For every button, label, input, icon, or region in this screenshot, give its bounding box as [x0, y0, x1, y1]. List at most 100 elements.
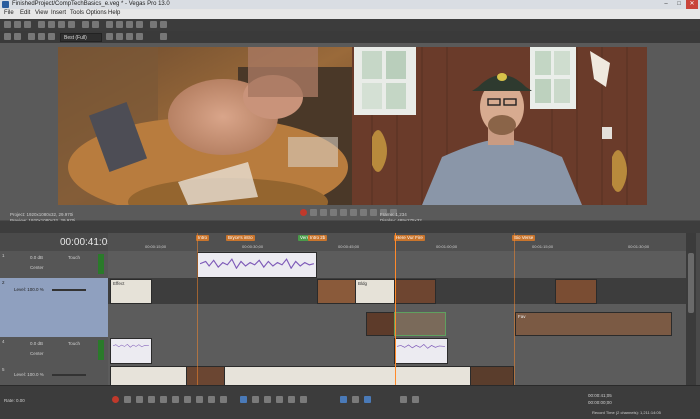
auto-ripple-icon[interactable]	[150, 21, 157, 28]
track-lane-audio-1[interactable]	[108, 251, 686, 279]
redo-icon[interactable]	[92, 21, 99, 28]
go-to-start-button[interactable]	[184, 396, 191, 403]
region-button[interactable]	[300, 396, 307, 403]
video-clip[interactable]	[110, 366, 188, 386]
overlay-icon[interactable]	[38, 33, 45, 40]
marker-5[interactable]: Here Vur Fire	[394, 235, 425, 241]
menu-edit[interactable]: Edit	[20, 10, 30, 16]
auto-crossfade-button[interactable]	[364, 396, 371, 403]
stop-button[interactable]	[172, 396, 179, 403]
scopes-icon[interactable]	[48, 33, 55, 40]
track-header-video-1[interactable]: 2 Level: 100.0 %	[0, 278, 108, 338]
external-monitor-icon[interactable]	[106, 33, 113, 40]
stop-button[interactable]	[350, 209, 357, 216]
marker-4[interactable]: Intro 2b	[308, 235, 328, 241]
close-button[interactable]: ✕	[686, 0, 698, 9]
maximize-button[interactable]: □	[673, 0, 685, 9]
menu-insert[interactable]: Insert	[51, 10, 66, 16]
video-clip[interactable]	[394, 279, 436, 304]
video-clip[interactable]	[394, 312, 446, 336]
go-to-end-button[interactable]	[370, 209, 377, 216]
zoom-tool-icon[interactable]	[136, 21, 143, 28]
go-to-start-button[interactable]	[360, 209, 367, 216]
timeline-ruler[interactable]: Intro Bryce's intro Verse 1 Intro 2b Her…	[108, 233, 693, 252]
scrollbar-thumb[interactable]	[688, 253, 694, 313]
pause-button[interactable]	[340, 209, 347, 216]
preview-quality-dropdown[interactable]: Best (Full)	[60, 33, 102, 42]
normal-edit-button[interactable]	[252, 396, 259, 403]
video-clip[interactable]	[317, 279, 357, 304]
new-project-icon[interactable]	[4, 21, 11, 28]
menu-file[interactable]: File	[4, 10, 14, 16]
snapshot-icon[interactable]	[116, 33, 123, 40]
video-clip[interactable]: Fav	[515, 312, 672, 336]
video-clip[interactable]	[186, 366, 226, 386]
level-slider[interactable]	[52, 289, 86, 291]
help-icon[interactable]	[160, 33, 167, 40]
grid-icon[interactable]	[136, 33, 143, 40]
position-display: 00:00:41;05	[588, 393, 612, 398]
track-touch[interactable]: Touch	[68, 255, 80, 260]
copy-icon[interactable]	[58, 21, 65, 28]
video-clip[interactable]: Effect	[110, 279, 152, 304]
marker-2[interactable]: Bryce's intro	[226, 235, 255, 241]
play-from-start-button[interactable]	[320, 209, 327, 216]
video-clip[interactable]	[366, 312, 396, 336]
edit-tool-icon[interactable]	[106, 21, 113, 28]
audio-clip[interactable]	[110, 338, 152, 364]
track-header-audio-1[interactable]: 1 0.0 dB Touch Center	[0, 251, 108, 279]
ruler-time-2: 00:00:30;00	[242, 244, 264, 249]
play-from-start-button[interactable]	[136, 396, 143, 403]
video-clip[interactable]	[224, 366, 472, 386]
ignore-grouping-button[interactable]	[340, 396, 347, 403]
prev-frame-button[interactable]	[208, 396, 215, 403]
edit-tool-button[interactable]	[240, 396, 247, 403]
marker-line	[514, 233, 515, 385]
menu-help[interactable]: Help	[108, 10, 120, 16]
fx-icon[interactable]	[14, 33, 21, 40]
render-icon[interactable]	[38, 21, 45, 28]
save-snapshot-icon[interactable]	[126, 33, 133, 40]
menu-tools[interactable]: Tools	[70, 10, 84, 16]
paste-icon[interactable]	[68, 21, 75, 28]
play-button[interactable]	[148, 396, 155, 403]
audio-clip[interactable]	[197, 252, 317, 278]
loop-button[interactable]	[124, 396, 131, 403]
selection-tool-icon[interactable]	[126, 21, 133, 28]
lock-envelopes-button[interactable]	[352, 396, 359, 403]
cut-icon[interactable]	[48, 21, 55, 28]
open-icon[interactable]	[14, 21, 21, 28]
track-header-video-3[interactable]: 5 Level: 100.0 %	[0, 365, 108, 386]
track-header-audio-2[interactable]: 4 0.0 dB Touch Center	[0, 337, 108, 366]
track-touch[interactable]: Touch	[68, 341, 80, 346]
marker-6[interactable]: Bio Verse	[512, 235, 536, 241]
record-button[interactable]	[112, 396, 119, 403]
undo-icon[interactable]	[82, 21, 89, 28]
go-to-end-button[interactable]	[196, 396, 203, 403]
video-clip[interactable]	[555, 279, 597, 304]
pause-button[interactable]	[160, 396, 167, 403]
next-frame-button[interactable]	[220, 396, 227, 403]
minimize-button[interactable]: –	[660, 0, 672, 9]
playhead-line[interactable]	[395, 233, 396, 385]
marker-button[interactable]	[288, 396, 295, 403]
record-button[interactable]	[300, 209, 307, 216]
level-slider[interactable]	[52, 374, 86, 376]
menu-view[interactable]: View	[35, 10, 48, 16]
zoom-in-button[interactable]	[400, 396, 407, 403]
snap-icon[interactable]	[160, 21, 167, 28]
trim-button[interactable]	[276, 396, 283, 403]
menu-options[interactable]: Options	[86, 10, 107, 16]
play-button[interactable]	[330, 209, 337, 216]
save-icon[interactable]	[24, 21, 31, 28]
split-screen-icon[interactable]	[28, 33, 35, 40]
envelope-tool-icon[interactable]	[116, 21, 123, 28]
timeline-vertical-scrollbar[interactable]	[686, 233, 696, 385]
video-clip[interactable]	[470, 366, 514, 386]
split-button[interactable]	[264, 396, 271, 403]
loop-button[interactable]	[310, 209, 317, 216]
video-clip[interactable]: Bldg	[355, 279, 395, 304]
properties-icon[interactable]	[4, 33, 11, 40]
audio-clip[interactable]	[394, 338, 448, 364]
zoom-out-button[interactable]	[412, 396, 419, 403]
